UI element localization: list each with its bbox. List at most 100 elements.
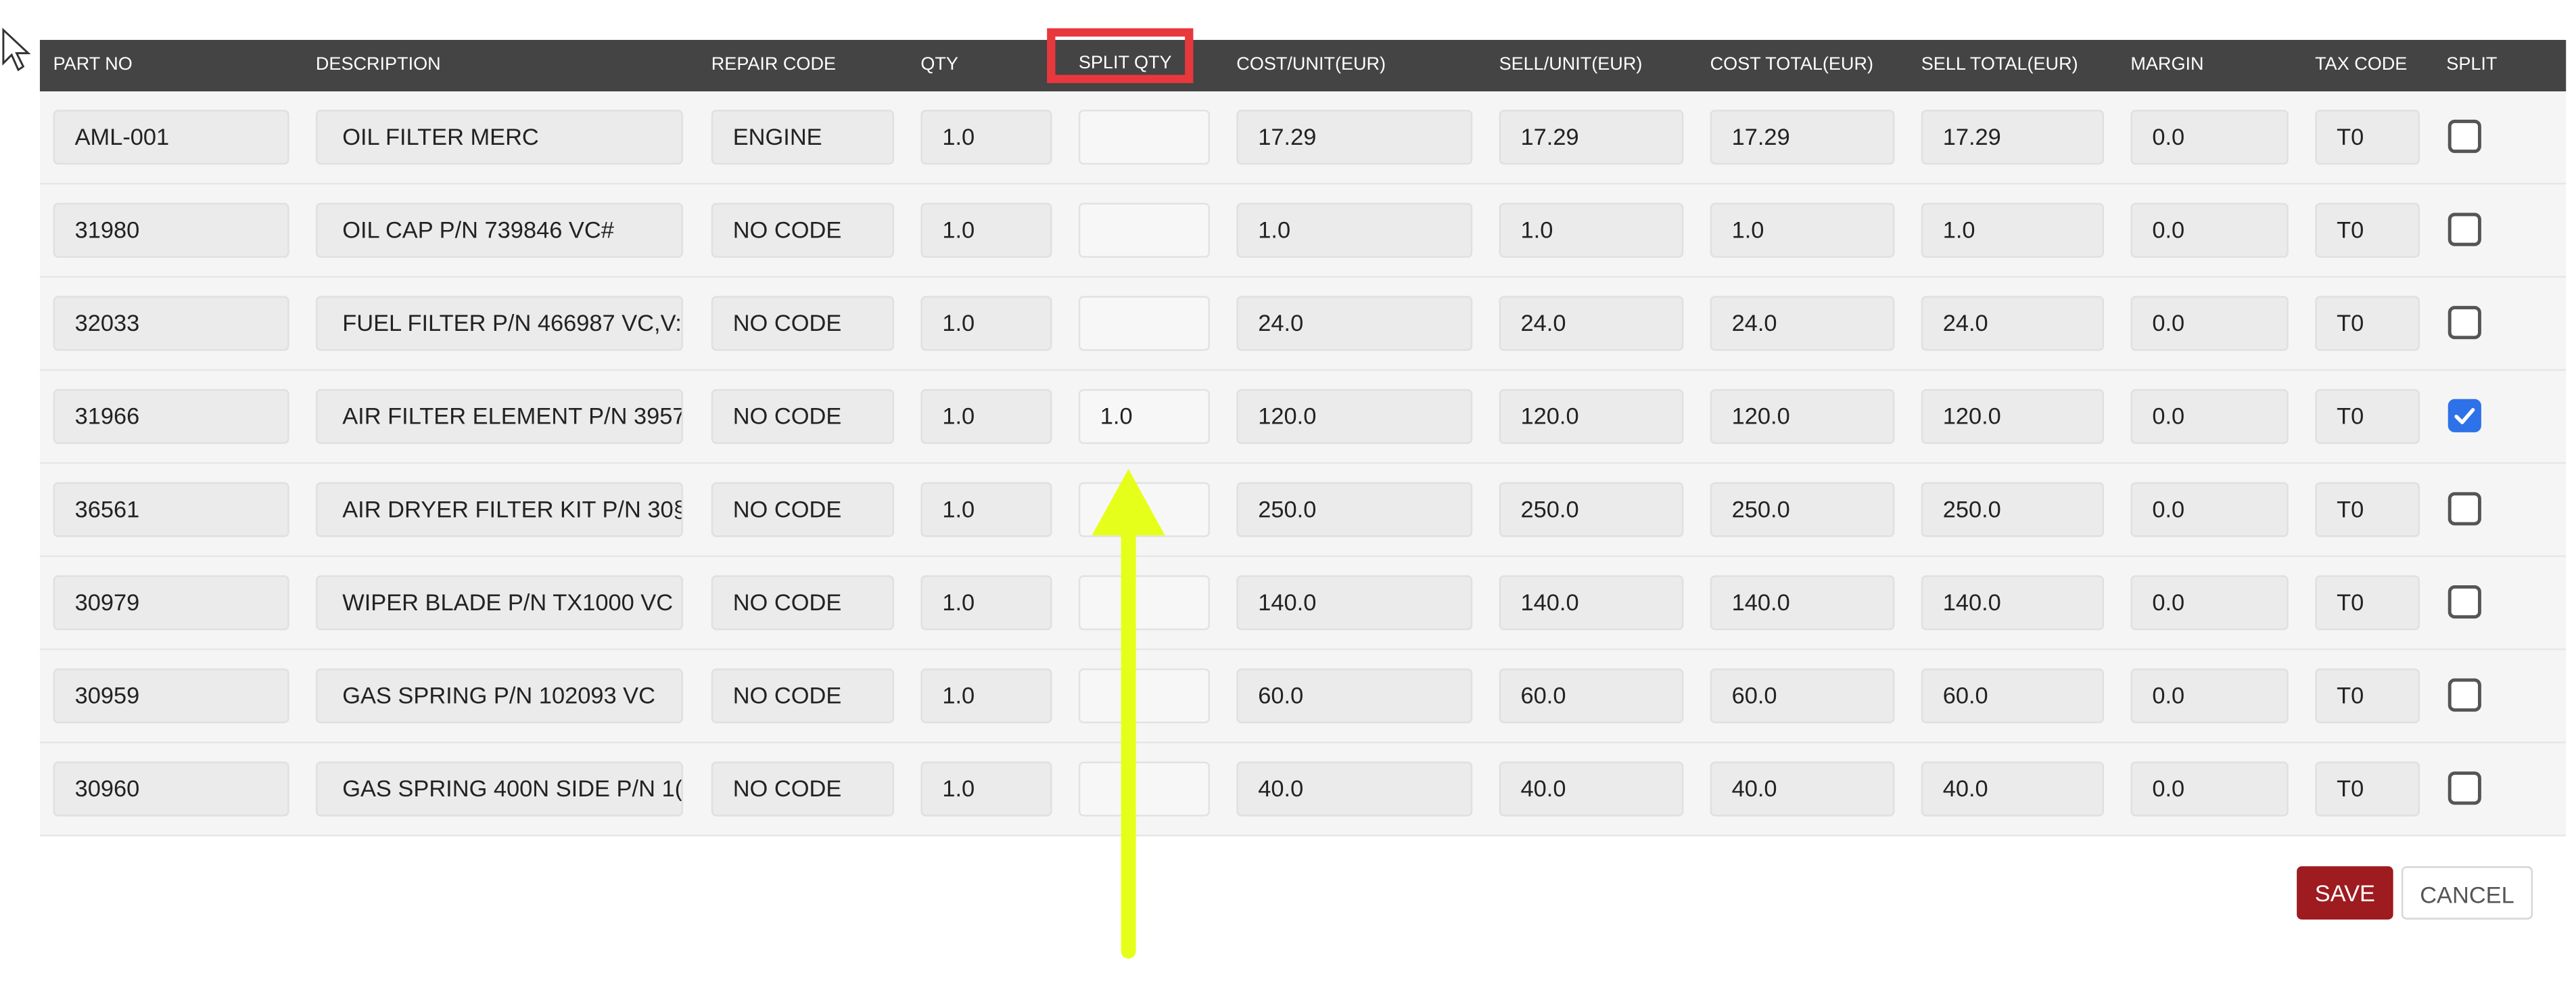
- repair-code-field[interactable]: NO CODE: [711, 761, 895, 817]
- margin-field[interactable]: 0.0: [2130, 575, 2289, 631]
- part-no-field[interactable]: 31966: [53, 389, 289, 445]
- sell-total-field[interactable]: 17.29: [1921, 110, 2105, 165]
- cost-total-field[interactable]: 250.0: [1710, 482, 1895, 537]
- qty-field[interactable]: 1.0: [920, 761, 1052, 817]
- cost-unit-field[interactable]: 1.0: [1236, 202, 1473, 258]
- split-checkbox[interactable]: [2448, 399, 2481, 432]
- save-button[interactable]: SAVE: [2297, 866, 2393, 920]
- margin-field[interactable]: 0.0: [2130, 482, 2289, 537]
- cost-total-field[interactable]: 140.0: [1710, 575, 1895, 631]
- tax-code-field[interactable]: T0: [2315, 761, 2420, 817]
- sell-total-field[interactable]: 1.0: [1921, 202, 2105, 258]
- sell-total-field[interactable]: 120.0: [1921, 389, 2105, 445]
- part-no-field[interactable]: AML-001: [53, 110, 289, 165]
- description-field[interactable]: GAS SPRING 400N SIDE P/N 1(: [315, 761, 683, 817]
- cost-total-field[interactable]: 120.0: [1710, 389, 1895, 445]
- cost-unit-field[interactable]: 120.0: [1236, 389, 1473, 445]
- margin-field[interactable]: 0.0: [2130, 389, 2289, 445]
- split-qty-input[interactable]: 1.0: [1078, 389, 1210, 445]
- sell-total-field[interactable]: 140.0: [1921, 575, 2105, 631]
- qty-field[interactable]: 1.0: [920, 110, 1052, 165]
- cancel-button[interactable]: CANCEL: [2401, 866, 2533, 920]
- cost-total-field[interactable]: 60.0: [1710, 668, 1895, 723]
- cost-unit-field[interactable]: 24.0: [1236, 296, 1473, 351]
- tax-code-field[interactable]: T0: [2315, 110, 2420, 165]
- cost-unit-field[interactable]: 140.0: [1236, 575, 1473, 631]
- header-sell-unit: SELL/UNIT(EUR): [1499, 55, 1643, 75]
- description-field[interactable]: FUEL FILTER P/N 466987 VC,V:: [315, 296, 683, 351]
- sell-unit-field[interactable]: 250.0: [1499, 482, 1684, 537]
- cost-unit-field[interactable]: 40.0: [1236, 761, 1473, 817]
- sell-unit-field[interactable]: 40.0: [1499, 761, 1684, 817]
- repair-code-field[interactable]: NO CODE: [711, 202, 895, 258]
- sell-total-field[interactable]: 24.0: [1921, 296, 2105, 351]
- split-qty-input[interactable]: [1078, 110, 1210, 165]
- sell-unit-field[interactable]: 60.0: [1499, 668, 1684, 723]
- repair-code-field[interactable]: ENGINE: [711, 110, 895, 165]
- tax-code-field[interactable]: T0: [2315, 389, 2420, 445]
- margin-field[interactable]: 0.0: [2130, 761, 2289, 817]
- cost-unit-field[interactable]: 60.0: [1236, 668, 1473, 723]
- sell-unit-field[interactable]: 17.29: [1499, 110, 1684, 165]
- part-no-field[interactable]: 30959: [53, 668, 289, 723]
- qty-field[interactable]: 1.0: [920, 389, 1052, 445]
- repair-code-field[interactable]: NO CODE: [711, 668, 895, 723]
- cost-total-field[interactable]: 1.0: [1710, 202, 1895, 258]
- header-repair-code: REPAIR CODE: [711, 55, 837, 75]
- split-qty-input[interactable]: [1078, 296, 1210, 351]
- part-no-field[interactable]: 30960: [53, 761, 289, 817]
- part-no-field[interactable]: 30979: [53, 575, 289, 631]
- sell-total-field[interactable]: 60.0: [1921, 668, 2105, 723]
- split-checkbox[interactable]: [2448, 678, 2481, 712]
- sell-unit-field[interactable]: 24.0: [1499, 296, 1684, 351]
- split-qty-input[interactable]: [1078, 202, 1210, 258]
- split-checkbox[interactable]: [2448, 306, 2481, 340]
- sell-unit-field[interactable]: 120.0: [1499, 389, 1684, 445]
- sell-total-field[interactable]: 250.0: [1921, 482, 2105, 537]
- repair-code-field[interactable]: NO CODE: [711, 482, 895, 537]
- split-checkbox[interactable]: [2448, 212, 2481, 246]
- description-field[interactable]: AIR FILTER ELEMENT P/N 3957: [315, 389, 683, 445]
- cost-unit-field[interactable]: 250.0: [1236, 482, 1473, 537]
- repair-code-field[interactable]: NO CODE: [711, 575, 895, 631]
- qty-field[interactable]: 1.0: [920, 202, 1052, 258]
- tax-code-field[interactable]: T0: [2315, 575, 2420, 631]
- tax-code-field[interactable]: T0: [2315, 202, 2420, 258]
- header-split: SPLIT: [2446, 55, 2498, 75]
- margin-field[interactable]: 0.0: [2130, 668, 2289, 723]
- part-no-field[interactable]: 31980: [53, 202, 289, 258]
- qty-field[interactable]: 1.0: [920, 575, 1052, 631]
- margin-field[interactable]: 0.0: [2130, 110, 2289, 165]
- description-field[interactable]: OIL CAP P/N 739846 VC#: [315, 202, 683, 258]
- margin-field[interactable]: 0.0: [2130, 296, 2289, 351]
- qty-field[interactable]: 1.0: [920, 482, 1052, 537]
- description-field[interactable]: WIPER BLADE P/N TX1000 VC: [315, 575, 683, 631]
- part-no-field[interactable]: 36561: [53, 482, 289, 537]
- split-checkbox[interactable]: [2448, 771, 2481, 805]
- split-checkbox[interactable]: [2448, 585, 2481, 619]
- repair-code-field[interactable]: NO CODE: [711, 296, 895, 351]
- description-field[interactable]: OIL FILTER MERC: [315, 110, 683, 165]
- tax-code-field[interactable]: T0: [2315, 296, 2420, 351]
- split-checkbox[interactable]: [2448, 119, 2481, 154]
- tax-code-field[interactable]: T0: [2315, 482, 2420, 537]
- part-no-field[interactable]: 32033: [53, 296, 289, 351]
- cost-unit-field[interactable]: 17.29: [1236, 110, 1473, 165]
- description-field[interactable]: AIR DRYER FILTER KIT P/N 30§: [315, 482, 683, 537]
- repair-code-field[interactable]: NO CODE: [711, 389, 895, 445]
- split-checkbox[interactable]: [2448, 492, 2481, 526]
- description-field[interactable]: GAS SPRING P/N 102093 VC: [315, 668, 683, 723]
- sell-unit-field[interactable]: 140.0: [1499, 575, 1684, 631]
- qty-field[interactable]: 1.0: [920, 668, 1052, 723]
- table-header: PART NO DESCRIPTION REPAIR CODE QTY SPLI…: [39, 28, 2567, 92]
- cost-total-field[interactable]: 40.0: [1710, 761, 1895, 817]
- cost-total-field[interactable]: 24.0: [1710, 296, 1895, 351]
- mouse-pointer-icon: [2, 27, 31, 72]
- cost-total-field[interactable]: 17.29: [1710, 110, 1895, 165]
- header-qty: QTY: [920, 55, 958, 75]
- sell-total-field[interactable]: 40.0: [1921, 761, 2105, 817]
- margin-field[interactable]: 0.0: [2130, 202, 2289, 258]
- qty-field[interactable]: 1.0: [920, 296, 1052, 351]
- tax-code-field[interactable]: T0: [2315, 668, 2420, 723]
- sell-unit-field[interactable]: 1.0: [1499, 202, 1684, 258]
